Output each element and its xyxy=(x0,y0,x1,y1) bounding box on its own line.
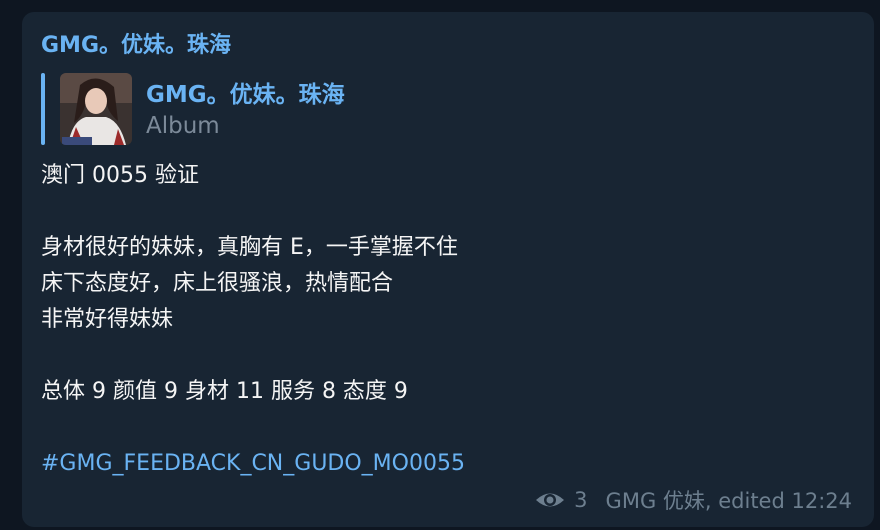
eye-icon xyxy=(536,493,565,507)
view-count: 3 xyxy=(574,488,588,512)
reply-accent-bar xyxy=(41,73,45,145)
message-signature: GMG 优妹, edited 12:24 xyxy=(605,489,852,513)
text-line: 身材很好的妹妹，真胸有 E，一手掌握不住 xyxy=(41,235,458,260)
message-text: 澳门 0055 验证 身材很好的妹妹，真胸有 E，一手掌握不住 床下态度好，床上… xyxy=(41,158,841,482)
text-line: 总体 9 颜值 9 身材 11 服务 8 态度 9 xyxy=(41,379,408,404)
reply-title: GMG。优妹。珠海 xyxy=(146,82,345,108)
reply-thumbnail xyxy=(60,73,132,145)
sender-name[interactable]: GMG。优妹。珠海 xyxy=(41,27,231,59)
text-line: 非常好得妹妹 xyxy=(41,307,174,332)
hashtag-link[interactable]: #GMG_FEEDBACK_CN_GUDO_MO0055 xyxy=(41,446,841,482)
reply-subtitle: Album xyxy=(146,113,220,139)
message-bubble: GMG。优妹。珠海 GMG。优妹。珠海 Album 澳门 0055 验证 身材很… xyxy=(22,12,874,527)
reply-preview[interactable]: GMG。优妹。珠海 Album xyxy=(41,73,541,145)
text-line: 澳门 0055 验证 xyxy=(41,163,199,188)
thumbnail-photo xyxy=(60,73,132,145)
message-footer: 3 GMG 优妹, edited 12:24 xyxy=(534,485,852,515)
text-line: 床下态度好，床上很骚浪，热情配合 xyxy=(41,271,394,296)
